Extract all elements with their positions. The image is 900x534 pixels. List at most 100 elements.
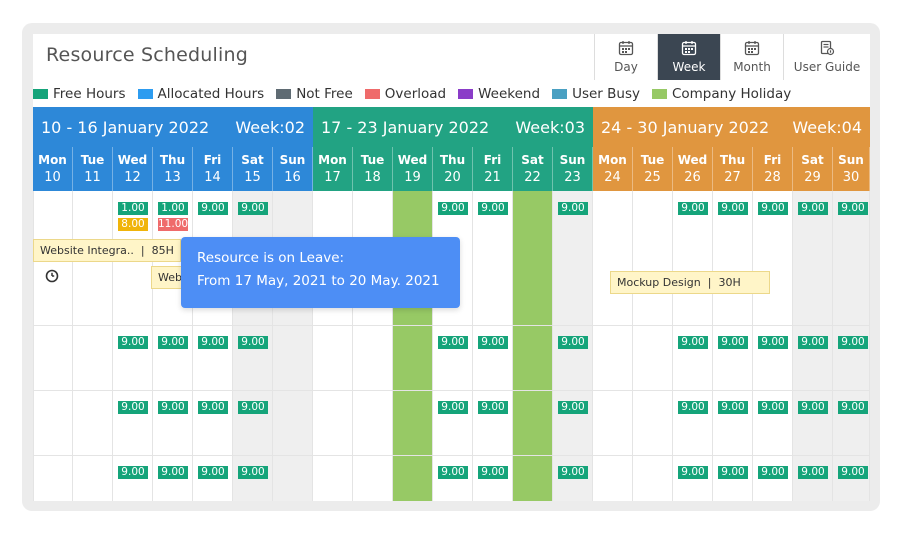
- legend-item-company-holiday: Company Holiday: [651, 86, 792, 102]
- free-hours-badge: 9.00: [198, 466, 228, 479]
- day-header[interactable]: Mon 10: [33, 147, 73, 191]
- task-name: Website Integra..: [40, 244, 134, 257]
- day-header[interactable]: Sun 16: [273, 147, 313, 191]
- legend-item-allocated-hours: Allocated Hours: [137, 86, 265, 102]
- day-date: 25: [644, 170, 661, 185]
- day-date: 15: [244, 170, 261, 185]
- day-header[interactable]: Tue 18: [353, 147, 393, 191]
- legend-swatch: [364, 89, 380, 99]
- day-header[interactable]: Wed 12: [113, 147, 153, 191]
- free-hours-badge: 9.00: [438, 202, 468, 215]
- task-bar[interactable]: Website Integra.. | 85H: [33, 239, 181, 262]
- task-hours: 30H: [718, 276, 741, 289]
- day-header[interactable]: Wed 19: [393, 147, 433, 191]
- free-hours-badge: 9.00: [798, 401, 828, 414]
- day-name: Sun: [279, 153, 306, 167]
- legend-item-not-free: Not Free: [276, 86, 353, 102]
- guide-icon: [820, 40, 835, 56]
- day-header[interactable]: Fri 21: [473, 147, 513, 191]
- month-view-button[interactable]: Month: [721, 34, 784, 80]
- calendar-icon: [681, 41, 697, 56]
- day-header[interactable]: Sat 22: [513, 147, 553, 191]
- free-hours-badge: 9.00: [678, 202, 708, 215]
- free-hours-badge: 9.00: [758, 202, 788, 215]
- week-number: Week:04: [792, 117, 862, 137]
- free-hours-badge: 9.00: [198, 336, 228, 349]
- day-name: Sat: [241, 153, 264, 167]
- task-bar[interactable]: Mockup Design | 30H: [610, 271, 770, 294]
- task-hours: 85H: [151, 244, 174, 257]
- day-header[interactable]: Tue 25: [633, 147, 673, 191]
- day-date: 14: [204, 170, 221, 185]
- free-hours-badge: 9.00: [838, 202, 868, 215]
- day-header[interactable]: Fri 28: [753, 147, 793, 191]
- day-header[interactable]: Thu 13: [153, 147, 193, 191]
- free-hours-badge: 9.00: [758, 401, 788, 414]
- day-header[interactable]: Sat 29: [793, 147, 833, 191]
- task-name: Web: [158, 271, 182, 284]
- free-hours-badge: 9.00: [798, 202, 828, 215]
- day-view-button[interactable]: Day: [595, 34, 658, 80]
- legend-label: Company Holiday: [671, 86, 792, 102]
- day-date: 20: [444, 170, 461, 185]
- day-header[interactable]: Sat 15: [233, 147, 273, 191]
- day-header[interactable]: Wed 26: [673, 147, 713, 191]
- day-date: 24: [604, 170, 621, 185]
- legend-swatch: [137, 89, 153, 99]
- day-header[interactable]: Mon 17: [313, 147, 353, 191]
- page-title: Resource Scheduling: [46, 44, 248, 66]
- user-guide-label: User Guide: [793, 60, 861, 74]
- day-header[interactable]: Sun 30: [833, 147, 870, 191]
- day-name: Tue: [360, 153, 385, 167]
- view-switcher: Day Week Month User Guide: [594, 34, 870, 80]
- free-hours-badge: 9.00: [238, 336, 268, 349]
- day-date: 11: [84, 170, 101, 185]
- day-header[interactable]: Tue 11: [73, 147, 113, 191]
- day-header[interactable]: Fri 14: [193, 147, 233, 191]
- day-date: 12: [124, 170, 141, 185]
- day-header[interactable]: Thu 20: [433, 147, 473, 191]
- free-hours-badge: 1.00: [158, 202, 188, 215]
- week-range: 10 - 16 January 2022: [41, 117, 210, 137]
- week-view-button[interactable]: Week: [658, 34, 721, 80]
- legend-swatch: [33, 89, 48, 99]
- day-name: Mon: [38, 153, 67, 167]
- day-header[interactable]: Mon 24: [593, 147, 633, 191]
- day-header[interactable]: Thu 27: [713, 147, 753, 191]
- row-divider: [33, 390, 870, 391]
- legend-swatch: [458, 89, 474, 99]
- free-hours-badge: 9.00: [678, 401, 708, 414]
- free-hours-badge: 9.00: [558, 401, 588, 414]
- day-name: Thu: [159, 153, 186, 167]
- free-hours-badge: 9.00: [198, 401, 228, 414]
- day-name: Fri: [483, 153, 502, 167]
- free-hours-badge: 9.00: [678, 336, 708, 349]
- leave-tooltip: Resource is on Leave: From 17 May, 2021 …: [181, 237, 460, 308]
- free-hours-badge: 9.00: [558, 336, 588, 349]
- free-hours-badge: 9.00: [478, 336, 508, 349]
- calendar-icon: [744, 41, 760, 56]
- day-date: 17: [324, 170, 341, 185]
- free-hours-badge: 9.00: [758, 336, 788, 349]
- legend-label: Allocated Hours: [157, 86, 265, 102]
- legend-item-weekend: Weekend: [458, 86, 540, 102]
- day-date: 23: [564, 170, 581, 185]
- free-hours-badge: 9.00: [438, 401, 468, 414]
- row-divider: [33, 325, 870, 326]
- user-guide-button[interactable]: User Guide: [784, 34, 870, 80]
- day-name: Wed: [397, 153, 428, 167]
- day-name: Thu: [439, 153, 466, 167]
- free-hours-badge: 9.00: [238, 401, 268, 414]
- legend-swatch: [651, 89, 667, 99]
- day-view-label: Day: [614, 60, 638, 74]
- day-header[interactable]: Sun 23: [553, 147, 593, 191]
- day-date: 19: [404, 170, 421, 185]
- free-hours-badge: 9.00: [118, 401, 148, 414]
- task-name: Mockup Design: [617, 276, 701, 289]
- day-date: 22: [524, 170, 541, 185]
- day-name: Mon: [598, 153, 627, 167]
- day-date: 21: [484, 170, 501, 185]
- free-hours-badge: 9.00: [758, 466, 788, 479]
- legend-label: User Busy: [572, 86, 640, 102]
- tooltip-title: Resource is on Leave:: [197, 250, 345, 266]
